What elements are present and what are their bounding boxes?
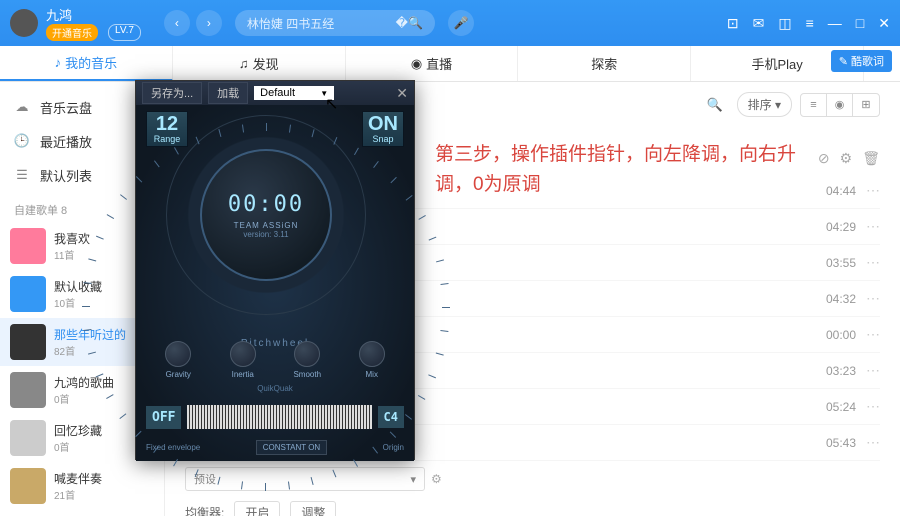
settings-icon[interactable]: ⚙ bbox=[431, 472, 442, 486]
dial-center[interactable]: 00:00 TEAM ASSiGN version: 3.11 bbox=[200, 149, 332, 281]
search-input[interactable]: 林怡婕 四书五经 �🔍 bbox=[235, 10, 435, 36]
menu-icon[interactable]: ≡ bbox=[806, 15, 814, 32]
view-toggle: ≡ ◉ ⊞ bbox=[800, 93, 880, 117]
messages-icon[interactable]: ✉ bbox=[753, 15, 765, 32]
time-display: 00:00 bbox=[228, 192, 304, 217]
vip-badge[interactable]: 开通音乐 bbox=[46, 24, 98, 41]
more-icon[interactable]: ⋯ bbox=[866, 182, 880, 199]
more-icon[interactable]: ⋯ bbox=[866, 398, 880, 415]
list-icon: ☰ bbox=[14, 167, 30, 183]
nav-back-button[interactable]: ‹ bbox=[164, 10, 190, 36]
eq-open-button[interactable]: 开启 bbox=[234, 501, 280, 516]
main-tabs: ♪我的音乐 ♫发现 ◉直播 探索 手机Play + ✎ 酷歌词 bbox=[0, 46, 900, 82]
app-header: 九鸿 开通音乐 LV.7 ‹ › 林怡婕 四书五经 �🔍 🎤 ⊡ ✉ ◫ ≡ —… bbox=[0, 0, 900, 46]
search-icon[interactable]: �🔍 bbox=[396, 16, 423, 30]
more-icon[interactable]: ⋯ bbox=[866, 362, 880, 379]
view-detail-button[interactable]: ◉ bbox=[827, 94, 853, 116]
annotation-text: 第三步，操作插件指针，向左降调，向右升调，0为原调 bbox=[435, 140, 815, 201]
knob-inertia[interactable]: Inertia bbox=[228, 341, 258, 379]
close-button[interactable]: ✕ bbox=[878, 15, 890, 32]
piano-keyboard[interactable] bbox=[187, 405, 371, 429]
load-button[interactable]: 加载 bbox=[208, 82, 248, 104]
knob-gravity[interactable]: Gravity bbox=[163, 341, 193, 379]
more-icon[interactable]: ⋯ bbox=[866, 218, 880, 235]
plugin-window: 另存为... 加载 Default ✕ 12 Range ON Snap 00:… bbox=[135, 80, 415, 460]
skin-icon[interactable]: ◫ bbox=[778, 15, 791, 32]
plugin-titlebar[interactable]: 另存为... 加载 Default ✕ bbox=[136, 81, 414, 105]
playlist-item[interactable]: 高音质歌曲伴奏 bbox=[0, 510, 164, 516]
sort-button[interactable]: 排序 ▾ bbox=[737, 92, 792, 117]
more-icon[interactable]: ⋯ bbox=[866, 326, 880, 343]
off-toggle[interactable]: OFF bbox=[146, 406, 181, 429]
cloud-icon: ☁ bbox=[14, 99, 30, 115]
tab-live[interactable]: ◉直播 bbox=[346, 46, 519, 81]
username[interactable]: 九鸿 开通音乐 LV.7 bbox=[46, 5, 141, 41]
preset-dropdown[interactable]: 预设▾ bbox=[185, 467, 425, 491]
eq-label: 均衡器: bbox=[185, 504, 224, 516]
nav-forward-button[interactable]: › bbox=[196, 10, 222, 36]
snap-display[interactable]: ON Snap bbox=[362, 111, 404, 147]
tab-discover[interactable]: ♫发现 bbox=[173, 46, 346, 81]
trash-icon[interactable]: 🗑 bbox=[862, 150, 880, 167]
close-icon[interactable]: ✕ bbox=[396, 85, 408, 102]
knob-smooth[interactable]: Smooth bbox=[292, 341, 322, 379]
save-as-button[interactable]: 另存为... bbox=[142, 82, 202, 104]
tab-my-music[interactable]: ♪我的音乐 bbox=[0, 46, 173, 81]
more-icon[interactable]: ⋯ bbox=[866, 290, 880, 307]
clock-icon: 🕒 bbox=[14, 133, 30, 149]
view-list-button[interactable]: ≡ bbox=[801, 94, 827, 116]
view-grid-button[interactable]: ⊞ bbox=[853, 94, 879, 116]
devices-icon[interactable]: ⊡ bbox=[727, 15, 739, 32]
block-icon[interactable]: ⊘ bbox=[818, 150, 830, 167]
knob-mix[interactable]: Mix bbox=[357, 341, 387, 379]
minimize-button[interactable]: — bbox=[828, 15, 842, 32]
tab-explore[interactable]: 探索 bbox=[518, 46, 691, 81]
more-icon[interactable]: ⋯ bbox=[866, 254, 880, 271]
eq-adjust-button[interactable]: 调整 bbox=[290, 501, 336, 516]
level-badge: LV.7 bbox=[108, 24, 141, 41]
avatar[interactable] bbox=[10, 9, 38, 37]
constant-on-button[interactable]: CONSTANT ON bbox=[256, 440, 327, 455]
search-icon[interactable]: 🔍 bbox=[706, 97, 722, 113]
lyrics-button[interactable]: ✎ 酷歌词 bbox=[831, 50, 892, 72]
more-icon[interactable]: ⋯ bbox=[866, 434, 880, 451]
playlist-item[interactable]: 喊麦伴奏21首 bbox=[0, 462, 164, 510]
voice-button[interactable]: 🎤 bbox=[448, 10, 474, 36]
gear-icon[interactable]: ⚙ bbox=[840, 150, 853, 167]
maximize-button[interactable]: □ bbox=[856, 15, 864, 32]
preset-select[interactable]: Default bbox=[254, 86, 334, 100]
origin-note[interactable]: C4 bbox=[378, 406, 404, 428]
cursor-icon: ↖ bbox=[325, 94, 338, 114]
